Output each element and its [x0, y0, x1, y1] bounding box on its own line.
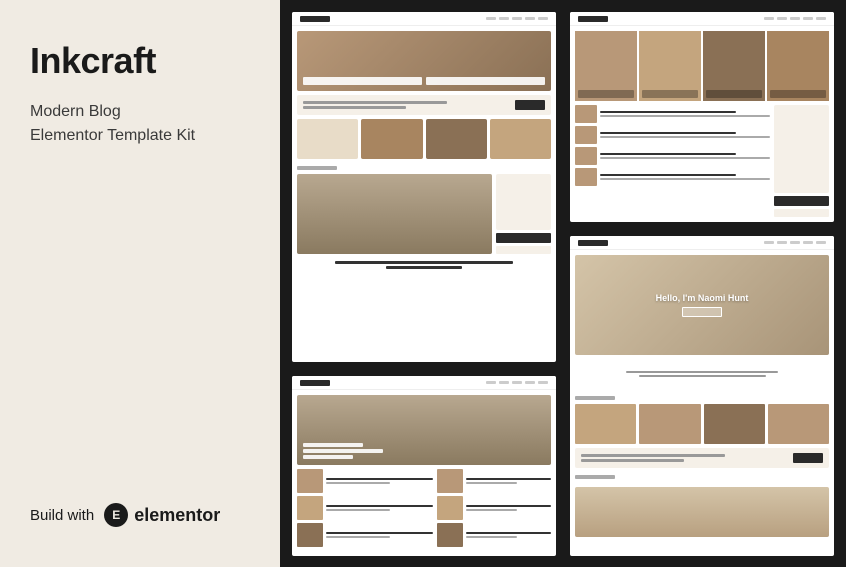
- post-col: [297, 469, 433, 551]
- preview-logo: [300, 16, 330, 22]
- preview-logo: [578, 16, 608, 22]
- preview-header: [292, 376, 556, 390]
- banner-text: [303, 101, 509, 109]
- list-item: [575, 126, 770, 144]
- newsletter-banner: [575, 448, 829, 468]
- elementor-wordmark: elementor: [134, 505, 220, 526]
- author-button: [496, 233, 551, 243]
- gallery-col-left: [292, 12, 556, 556]
- template-preview-home1: [292, 12, 556, 362]
- section-label: [575, 475, 615, 479]
- banner-button: [793, 453, 823, 463]
- template-preview-about: Hello, I'm Naomi Hunt: [570, 236, 834, 556]
- newsletter-banner: [297, 95, 551, 115]
- build-with-label: Build with: [30, 507, 94, 524]
- preview-header: [570, 236, 834, 250]
- preview-body: Hello, I'm Naomi Hunt: [570, 250, 834, 556]
- hero-title: Hello, I'm Naomi Hunt: [656, 293, 749, 303]
- post-grid: [297, 469, 551, 551]
- preview-header: [292, 12, 556, 26]
- author-box: [774, 105, 829, 193]
- author-signature: [774, 209, 829, 217]
- preview-header: [570, 12, 834, 26]
- list-item: [575, 168, 770, 186]
- list-item: [437, 496, 551, 520]
- hero-title-overlay: [303, 443, 383, 459]
- sidebar-top: Inkcraft Modern Blog Elementor Template …: [30, 40, 250, 148]
- list-item: [437, 469, 551, 493]
- hero-cta-button: [682, 307, 722, 317]
- list-item: [575, 147, 770, 165]
- featured-grid: [575, 404, 829, 444]
- about-hero: Hello, I'm Naomi Hunt: [575, 255, 829, 355]
- preview-nav: [764, 17, 826, 20]
- author-button: [774, 196, 829, 206]
- list-item: [437, 523, 551, 547]
- banner-text: [581, 454, 787, 462]
- product-title: Inkcraft: [30, 40, 250, 82]
- preview-logo: [300, 380, 330, 386]
- elementor-logo: E elementor: [104, 503, 220, 527]
- preview-body: [292, 26, 556, 362]
- build-with-row: Build with E elementor: [30, 503, 250, 527]
- author-sidebar: [774, 105, 829, 217]
- list-section: [575, 105, 829, 217]
- preview-hero: [297, 31, 551, 91]
- elementor-icon: E: [104, 503, 128, 527]
- section-label: [297, 166, 337, 170]
- template-preview-home2: [292, 376, 556, 556]
- template-preview-home3: [570, 12, 834, 222]
- template-gallery: Hello, I'm Naomi Hunt: [280, 0, 846, 567]
- promo-sidebar: Inkcraft Modern Blog Elementor Template …: [0, 0, 280, 567]
- list-item: [575, 105, 770, 123]
- product-subtitle: Modern Blog Elementor Template Kit: [30, 100, 250, 148]
- preview-nav: [486, 17, 548, 20]
- preview-nav: [486, 381, 548, 384]
- list-item: [297, 496, 433, 520]
- author-sidebar: [496, 174, 551, 254]
- category-grid: [297, 119, 551, 159]
- quote-block: [575, 359, 829, 389]
- latest-post-image: [575, 487, 829, 537]
- gallery-col-right: Hello, I'm Naomi Hunt: [570, 12, 834, 556]
- hero-tile-grid: [575, 31, 829, 101]
- hero-captions: [303, 77, 545, 85]
- hero-content: Hello, I'm Naomi Hunt: [652, 289, 753, 321]
- list-main: [575, 105, 770, 217]
- list-item: [297, 469, 433, 493]
- preview-body: [292, 390, 556, 556]
- list-item: [297, 523, 433, 547]
- preview-logo: [578, 240, 608, 246]
- author-signature: [496, 246, 551, 254]
- article-image: [297, 174, 492, 254]
- main-article: [297, 174, 551, 254]
- banner-button: [515, 100, 545, 110]
- preview-hero: [297, 395, 551, 465]
- article-title: [297, 258, 551, 270]
- section-label: [575, 396, 615, 400]
- preview-body: [570, 26, 834, 222]
- preview-nav: [764, 241, 826, 244]
- post-col: [437, 469, 551, 551]
- author-box: [496, 174, 551, 230]
